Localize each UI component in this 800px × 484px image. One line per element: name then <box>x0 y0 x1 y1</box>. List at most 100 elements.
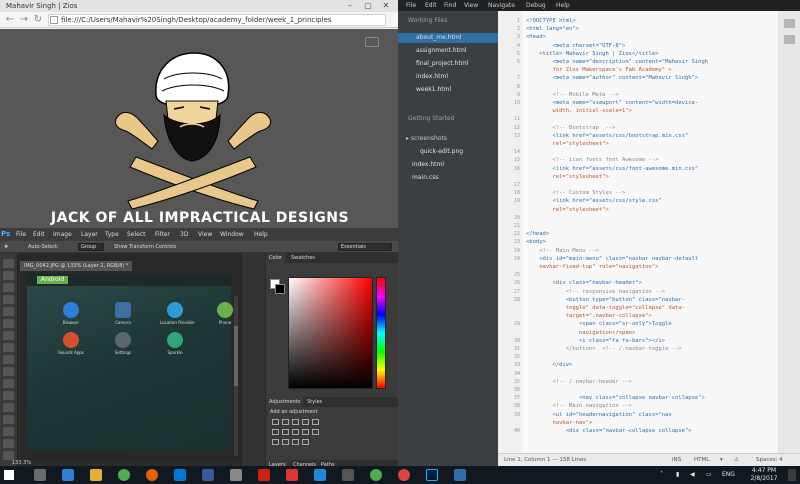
chrome-window-icon[interactable] <box>370 469 382 481</box>
code-line[interactable]: toggle" data-toggle="collapse" data- <box>526 305 685 311</box>
auto-select-dropdown[interactable]: Group <box>78 243 104 251</box>
code-line[interactable]: <meta name="description" content="Mahavi… <box>526 59 708 65</box>
clock[interactable]: 4:47 PM 2/8/2017 <box>744 467 784 483</box>
tab-swatches[interactable]: Swatches <box>288 253 318 263</box>
tab-adjustments[interactable]: Adjustments <box>266 397 304 407</box>
pen-icon[interactable] <box>3 427 14 436</box>
gradient-icon[interactable] <box>3 391 14 400</box>
file-item-index[interactable]: index.html <box>416 73 448 80</box>
code-editor[interactable]: 1 <!DOCTYPE html> 2 <html lang="en"> 3 <head>… <box>498 11 800 453</box>
language-indicator[interactable]: ENG <box>722 466 735 484</box>
app-location[interactable]: Location Provider <box>160 302 195 325</box>
lint-status-icon[interactable]: ⚠ <box>734 454 739 466</box>
gmail-icon[interactable] <box>258 469 270 481</box>
tab-styles[interactable]: Styles <box>304 397 325 407</box>
hue-saturation-icon[interactable] <box>272 429 279 435</box>
ps-menu-type[interactable]: Type <box>105 228 119 241</box>
brackets-taskbar-icon[interactable] <box>454 469 466 481</box>
app-icon-2[interactable] <box>230 469 242 481</box>
code-line[interactable]: <nav class="collapse navbar-collapse"> <box>526 395 705 401</box>
file-item-assignment[interactable]: assignment.html <box>416 47 466 54</box>
invert-icon[interactable] <box>272 439 279 445</box>
move-tool-icon[interactable]: ✥ <box>4 241 8 253</box>
volume-icon[interactable]: ◀ <box>690 466 695 484</box>
auto-select-checkbox[interactable]: Auto-Select: <box>28 241 59 253</box>
code-line[interactable]: <link href="assets/css/bootstrap.min.css… <box>526 133 688 139</box>
code-line[interactable]: <div class="navbar-collapse collapse"> <box>526 428 692 434</box>
chrome-icon[interactable] <box>118 469 130 481</box>
code-line[interactable]: navigation</span> <box>526 330 635 336</box>
code-line[interactable]: target=".navbar-collapse"> <box>526 313 652 319</box>
quick-select-icon[interactable] <box>3 295 14 304</box>
code-line[interactable]: <!-- /.navbar-header --> <box>526 379 631 385</box>
live-preview-icon[interactable] <box>784 19 795 28</box>
curves-icon[interactable] <box>292 419 299 425</box>
exposure-icon[interactable] <box>302 419 309 425</box>
canvas-scrollbar[interactable] <box>234 296 238 456</box>
code-line[interactable]: <!-- Main Menu --> <box>526 248 599 254</box>
file-item-main-css[interactable]: main.css <box>412 174 438 181</box>
ps-menu-window[interactable]: Window <box>220 228 244 241</box>
file-item-week1[interactable]: week1.html <box>416 86 451 93</box>
ps-menu-select[interactable]: Select <box>127 228 146 241</box>
insert-mode[interactable]: INS <box>672 454 681 466</box>
stamp-icon[interactable] <box>3 355 14 364</box>
battery-icon[interactable]: ▭ <box>706 466 712 484</box>
crop-icon[interactable] <box>3 307 14 316</box>
scrollbar-thumb[interactable] <box>234 326 238 386</box>
code-line[interactable]: <!-- Main navigation --> <box>526 403 631 409</box>
show-transform-checkbox[interactable]: Show Transform Controls <box>114 241 176 253</box>
code-line[interactable]: rel="stylesheet"> <box>526 207 608 213</box>
editor-menu-debug[interactable]: Debug <box>526 0 546 11</box>
code-line[interactable]: <span class="sr-only">Toggle <box>526 321 672 327</box>
ps-menu-file[interactable]: File <box>16 228 26 241</box>
edge-icon[interactable] <box>62 469 74 481</box>
dodge-icon[interactable] <box>3 415 14 424</box>
code-line[interactable]: <link href="assets/css/style.css" <box>526 198 661 204</box>
editor-menu-file[interactable]: File <box>406 0 416 11</box>
type-icon[interactable] <box>3 439 14 448</box>
code-line[interactable]: rel="stylesheet"> <box>526 141 608 147</box>
editor-menu-navigate[interactable]: Navigate <box>488 0 515 11</box>
code-line[interactable]: for Zios Makerspace's Fab Academy" > <box>526 67 671 73</box>
code-line[interactable]: rel="stylesheet"> <box>526 174 608 180</box>
code-line[interactable]: <title> Mahavir Singh | Zios</title> <box>526 51 658 57</box>
brush-icon[interactable] <box>3 343 14 352</box>
vibrance-icon[interactable] <box>312 419 319 425</box>
code-line[interactable]: <!-- Custom Styles --> <box>526 190 625 196</box>
ps-menu-3d[interactable]: 3D <box>180 228 188 241</box>
code-line[interactable]: <link href="assets/css/font-awesome.min.… <box>526 166 698 172</box>
indent-setting[interactable]: Spaces: 4 <box>756 454 783 466</box>
folder-screenshots[interactable]: ▸ screenshots <box>406 135 447 142</box>
ps-menu-view[interactable]: View <box>198 228 212 241</box>
language-mode[interactable]: HTML <box>694 454 709 466</box>
editor-menu-help[interactable]: Help <box>556 0 570 11</box>
move-icon[interactable] <box>3 259 14 268</box>
code-line[interactable]: <html lang="en"> <box>526 26 579 32</box>
code-line[interactable]: navbar-nav"> <box>526 420 592 426</box>
network-icon[interactable]: ▮ <box>676 466 679 484</box>
code-line[interactable]: navbar-fixed-top" role="navigation"> <box>526 264 658 270</box>
code-line[interactable]: <!-- responsive navigation --> <box>526 289 665 295</box>
eyedropper-icon[interactable] <box>3 319 14 328</box>
brightness-icon[interactable] <box>272 419 279 425</box>
page-corner-box[interactable] <box>365 37 379 47</box>
app-sparkle[interactable]: Sparkle <box>160 332 190 355</box>
file-item-root-index[interactable]: index.html <box>412 161 444 168</box>
language-dropdown-icon[interactable]: ▾ <box>720 454 723 466</box>
app-browser[interactable]: Browser <box>56 302 86 325</box>
history-brush-icon[interactable] <box>3 367 14 376</box>
store-icon[interactable] <box>174 469 186 481</box>
blur-icon[interactable] <box>3 403 14 412</box>
app-icon-3[interactable] <box>286 469 298 481</box>
app-icon-4[interactable] <box>314 469 326 481</box>
marquee-icon[interactable] <box>3 271 14 280</box>
code-line[interactable]: <i class="fa fa-bars"></i> <box>526 338 665 344</box>
app-icon-6[interactable] <box>398 469 410 481</box>
code-line[interactable]: width, initial-scale=1"> <box>526 108 631 114</box>
code-line[interactable]: <!-- Mobile Meta --> <box>526 92 618 98</box>
app-sounds[interactable]: Sounds Apps <box>56 332 86 355</box>
ps-menu-filter[interactable]: Filter <box>155 228 170 241</box>
threshold-icon[interactable] <box>292 439 299 445</box>
posterize-icon[interactable] <box>282 439 289 445</box>
